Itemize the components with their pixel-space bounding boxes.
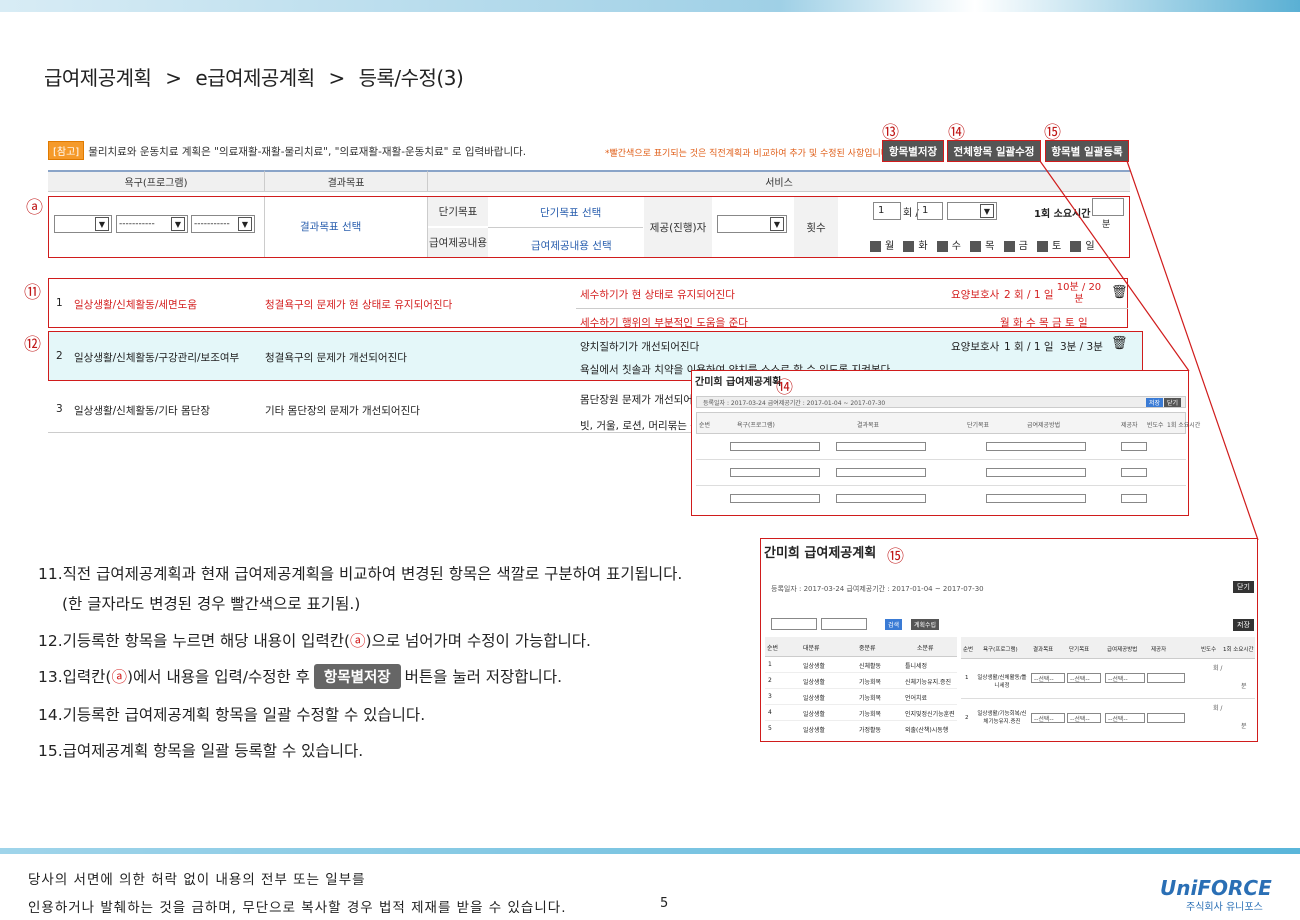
short-goal-select[interactable]: --선택-- — [1067, 713, 1101, 723]
description-14: 14.기등록한 급여제공계획 항목을 일괄 수정할 수 있습니다. — [38, 706, 426, 724]
list-item[interactable]: 1 일상생활 신체활동 틀니세정 — [765, 657, 957, 673]
marker-15: ⑮ — [887, 547, 904, 567]
desc-text: 13.입력칸( — [38, 668, 112, 686]
col-header: 급여제공방법 — [1107, 647, 1138, 653]
cell: 틀니세정 — [905, 663, 928, 670]
unit: 분 — [1241, 683, 1247, 690]
cell: 일상생활 — [803, 663, 826, 670]
close-button[interactable]: 닫기 — [1233, 581, 1254, 593]
cell: 언어치료 — [905, 695, 928, 702]
cell: 일상생활/신체활동/틀니세정 — [977, 675, 1027, 689]
provider-select[interactable] — [1147, 713, 1185, 723]
connector-line — [1126, 160, 1259, 541]
select-text: --선택-- — [1070, 715, 1090, 723]
cell: 5 — [768, 725, 772, 732]
method-select[interactable]: --선택-- — [1105, 713, 1145, 723]
col-header: 대분류 — [803, 645, 820, 652]
description-11-note: (한 글자라도 변경된 경우 빨간색으로 표기됨.) — [62, 595, 361, 613]
table-row[interactable]: 2 일상생활/기능회복/신체기능유지.증진 --선택-- --선택-- --선택… — [961, 699, 1255, 739]
list-item[interactable]: 2 일상생활 기능회복 신체기능유지.증진 — [765, 673, 957, 689]
category-list: 순번 대분류 중분류 소분류 1 일상생활 신체활동 틀니세정 2 일상생활 기능회복 신체… — [765, 637, 957, 741]
desc-text: )으로 넘어가며 수정이 가능합니다. — [365, 632, 591, 650]
save-button[interactable]: 저장 — [1233, 619, 1254, 631]
cell: 일상생활 — [803, 695, 826, 702]
cell: 일상생활/기능회복/신체기능유지.증진 — [977, 711, 1027, 725]
description-13: 13.입력칸(ⓐ)에서 내용을 입력/수정한 후 항목별저장 버튼을 눌러 저장합니… — [38, 664, 562, 689]
method-select[interactable]: --선택-- — [1105, 673, 1145, 683]
cell: 외출(산책)시동행 — [905, 727, 949, 734]
list-item[interactable]: 5 일상생활 가정활동 외출(산책)시동행 — [765, 721, 957, 737]
select-text: --선택-- — [1034, 675, 1054, 683]
search-button[interactable]: 검색 — [885, 619, 903, 630]
connector-line — [1039, 160, 1190, 372]
list-item[interactable]: 4 일상생활 기능회복 인지및정신기능훈련 — [765, 705, 957, 721]
save-item-button-example: 항목별저장 — [313, 664, 401, 689]
company-name: 주식회사 유니포스 — [1186, 902, 1263, 913]
select-text: --선택-- — [1108, 715, 1128, 723]
col-header: 1회 소요시간 — [1223, 647, 1254, 653]
popup-title: 간미희 급여제공계획 — [764, 546, 877, 561]
col-header: 결과목표 — [1033, 647, 1054, 653]
col-header: 단기목표 — [1069, 647, 1090, 653]
page-number: 5 — [660, 896, 669, 911]
cell: 가정활동 — [859, 727, 882, 734]
cell: 1 — [768, 661, 772, 668]
cell: 4 — [768, 709, 772, 716]
cell: 인지및정신기능훈련 — [905, 711, 955, 718]
category-select[interactable] — [821, 618, 867, 630]
description-15: 15.급여제공계획 항목을 일괄 등록할 수 있습니다. — [38, 742, 364, 760]
description-11: 11.직전 급여제공계획과 현재 급여제공계획을 비교하여 변경된 항목은 색깔… — [38, 565, 683, 583]
footer-line-1: 당사의 서면에 의한 허락 없이 내용의 전부 또는 일부를 — [28, 872, 366, 888]
plan-button[interactable]: 계획수립 — [911, 619, 940, 630]
popup-meta: 등록일자 : 2017-03-24 급여제공기간 : 2017-01-04 ~ … — [771, 585, 984, 593]
table-header: 순번 욕구(프로그램) 결과목표 단기목표 급여제공방법 제공자 빈도수 1회 … — [961, 637, 1255, 659]
cell: 일상생활 — [803, 727, 826, 734]
desc-text: 12.기등록한 항목을 누르면 해당 내용이 입력칸( — [38, 632, 351, 650]
cell: 기능회복 — [859, 679, 882, 686]
col-header: 순번 — [767, 645, 779, 652]
list-header: 순번 대분류 중분류 소분류 — [765, 637, 957, 657]
desc-text: 버튼을 눌러 저장합니다. — [404, 668, 563, 686]
cell: 3 — [768, 693, 772, 700]
plan-table: 순번 욕구(프로그램) 결과목표 단기목표 급여제공방법 제공자 빈도수 1회 … — [961, 637, 1255, 741]
marker-a: ⓐ — [350, 632, 366, 650]
footer-line-2: 인용하거나 발췌하는 것을 금하며, 무단으로 복사할 경우 법적 제재를 받을… — [28, 900, 567, 916]
cell: 일상생활 — [803, 711, 826, 718]
goal-select[interactable]: --선택-- — [1031, 673, 1065, 683]
cell: 일상생활 — [803, 679, 826, 686]
cell: 1 — [965, 675, 969, 681]
select-text: --선택-- — [1034, 715, 1054, 723]
company-logo: UniFORCE — [1160, 876, 1272, 900]
connector-lines — [1039, 160, 1259, 541]
short-goal-select[interactable]: --선택-- — [1067, 673, 1101, 683]
cell: 신체기능유지.증진 — [905, 679, 952, 686]
category-select[interactable] — [771, 618, 817, 630]
select-text: --선택-- — [1108, 675, 1128, 683]
unit: 회 / — [1213, 705, 1223, 712]
desc-text: )에서 내용을 입력/수정한 후 — [127, 668, 310, 686]
footer-bar — [0, 848, 1300, 854]
goal-select[interactable]: --선택-- — [1031, 713, 1065, 723]
col-header: 제공자 — [1151, 647, 1167, 653]
marker-a: ⓐ — [111, 668, 127, 686]
unit: 분 — [1241, 723, 1247, 730]
col-header: 소분류 — [917, 645, 934, 652]
cell: 기능회복 — [859, 695, 882, 702]
select-text: --선택-- — [1070, 675, 1090, 683]
cell: 신체활동 — [859, 663, 882, 670]
unit: 회 / — [1213, 665, 1223, 672]
col-header: 중분류 — [859, 645, 876, 652]
description-12: 12.기등록한 항목을 누르면 해당 내용이 입력칸(ⓐ)으로 넘어가며 수정이… — [38, 629, 591, 651]
list-item[interactable]: 3 일상생활 기능회복 언어치료 — [765, 689, 957, 705]
col-header: 빈도수 — [1201, 647, 1217, 653]
cell: 기능회복 — [859, 711, 882, 718]
col-header: 순번 — [963, 647, 974, 653]
bulk-register-popup: 간미희 급여제공계획 ⑮ 등록일자 : 2017-03-24 급여제공기간 : … — [760, 538, 1258, 742]
col-header: 욕구(프로그램) — [983, 647, 1018, 653]
cell: 2 — [965, 715, 969, 721]
cell: 2 — [768, 677, 772, 684]
provider-select[interactable] — [1147, 673, 1185, 683]
table-row[interactable]: 1 일상생활/신체활동/틀니세정 --선택-- --선택-- --선택-- 회 … — [961, 659, 1255, 699]
